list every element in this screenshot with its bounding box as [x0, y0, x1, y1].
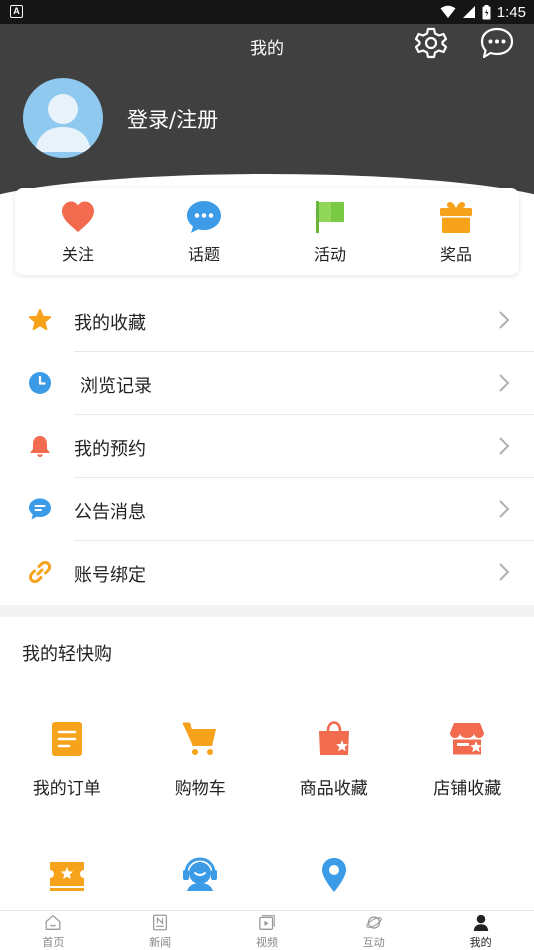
quick-action-label: 奖品 [439, 245, 472, 264]
menu-item-favorites[interactable]: 我的收藏 [0, 289, 534, 352]
customer-service-icon [183, 857, 218, 891]
shop-item-store-favorites[interactable]: 店铺收藏 [401, 720, 534, 799]
nav-tab-interact[interactable]: 互动 [320, 911, 427, 950]
shop-item-label: 我的订单 [32, 779, 101, 799]
gift-icon [440, 202, 472, 233]
home-icon [45, 915, 61, 930]
quick-action-follow[interactable]: 关注 [15, 188, 141, 275]
quick-actions-card: 关注 话题 活动 奖品 [15, 188, 519, 275]
nav-tab-news[interactable]: 新闻 [107, 911, 214, 950]
news-icon [153, 914, 168, 931]
shop-item-cart[interactable]: 购物车 [134, 720, 268, 799]
order-icon [51, 722, 82, 756]
nav-tab-video[interactable]: 视频 [214, 911, 321, 950]
bell-icon [30, 436, 50, 457]
status-bar-right: 1:45 [440, 3, 526, 21]
star-icon [28, 308, 52, 331]
shop-grid-row: 我的订单 购物车 商品收藏 店铺收藏 [0, 720, 534, 799]
avatar[interactable] [23, 78, 103, 158]
menu-item-announcements[interactable]: 公告消息 [0, 478, 534, 541]
nav-tab-label: 视频 [255, 936, 278, 949]
nav-tab-label: 新闻 [149, 936, 172, 949]
message-icon [29, 498, 51, 520]
bottom-navigation: 首页 新闻 视频 互动 我的 [0, 910, 534, 950]
shop-item-label: 商品收藏 [299, 779, 368, 799]
quick-action-label: 话题 [187, 245, 220, 264]
planet-icon [366, 916, 382, 929]
status-bar: A 1:45 [0, 0, 534, 24]
heart-icon [62, 201, 94, 232]
store-favorite-icon [450, 723, 485, 755]
quick-action-prize[interactable]: 奖品 [393, 188, 519, 275]
product-favorite-icon [318, 721, 349, 755]
video-icon [259, 915, 275, 930]
section-divider [0, 605, 534, 617]
shop-item-label: 店铺收藏 [433, 779, 502, 799]
profile-page: A 1:45 我的 登录/注册 关注 话题 活动 奖品 我的收藏 浏览记录 我的… [0, 0, 534, 950]
flag-icon [316, 201, 344, 233]
menu-item-account-binding[interactable]: 账号绑定 [0, 541, 534, 604]
shop-item-customer-service[interactable] [134, 856, 268, 910]
quick-action-label: 关注 [61, 245, 94, 264]
cart-icon [183, 722, 217, 755]
clock-icon [29, 372, 51, 394]
menu-item-reservations[interactable]: 我的预约 [0, 415, 534, 478]
nav-tab-label: 首页 [42, 936, 65, 949]
chevron-right-icon [499, 311, 510, 329]
message-menu-icon[interactable] [480, 26, 514, 60]
chevron-right-icon [499, 500, 510, 518]
menu-item-label: 账号绑定 [74, 565, 146, 586]
shop-item-address[interactable] [267, 856, 401, 910]
default-user-avatar-icon [35, 94, 91, 152]
settings-gear-icon[interactable] [414, 26, 448, 60]
coupon-icon [49, 862, 84, 891]
nav-tab-home[interactable]: 首页 [0, 911, 107, 950]
chevron-right-icon [499, 374, 510, 392]
shop-grid-row [0, 856, 534, 910]
location-pin-icon [321, 858, 346, 892]
chevron-right-icon [499, 563, 510, 581]
menu-item-label: 浏览记录 [80, 376, 152, 397]
menu-item-history[interactable]: 浏览记录 [0, 352, 534, 415]
link-icon [28, 560, 52, 584]
page-title: 我的 [250, 39, 284, 59]
login-register-link[interactable]: 登录/注册 [127, 104, 218, 134]
nav-tab-label: 我的 [469, 936, 492, 949]
profile-menu-list: 我的收藏 浏览记录 我的预约 公告消息 账号绑定 [0, 289, 534, 604]
menu-item-label: 公告消息 [74, 502, 146, 523]
notification-a-icon: A [10, 5, 23, 18]
nav-tab-label: 互动 [362, 936, 385, 949]
quick-action-activity[interactable]: 活动 [267, 188, 393, 275]
chevron-right-icon [499, 437, 510, 455]
wifi-icon [440, 5, 456, 18]
menu-item-label: 我的预约 [74, 439, 146, 460]
battery-icon [482, 4, 491, 19]
shop-item-label: 购物车 [174, 779, 226, 799]
shop-section-title: 我的轻快购 [22, 644, 112, 665]
signal-icon [462, 6, 475, 18]
quick-action-label: 活动 [313, 245, 346, 264]
quick-action-topic[interactable]: 话题 [141, 188, 267, 275]
shop-item-product-favorites[interactable]: 商品收藏 [267, 720, 401, 799]
nav-tab-mine[interactable]: 我的 [427, 911, 534, 950]
status-time: 1:45 [496, 3, 526, 21]
menu-item-label: 我的收藏 [74, 313, 146, 334]
shop-item-orders[interactable]: 我的订单 [0, 720, 134, 799]
chat-bubble-icon [187, 201, 221, 233]
shop-item-coupons[interactable] [0, 856, 134, 910]
user-icon [473, 914, 488, 931]
